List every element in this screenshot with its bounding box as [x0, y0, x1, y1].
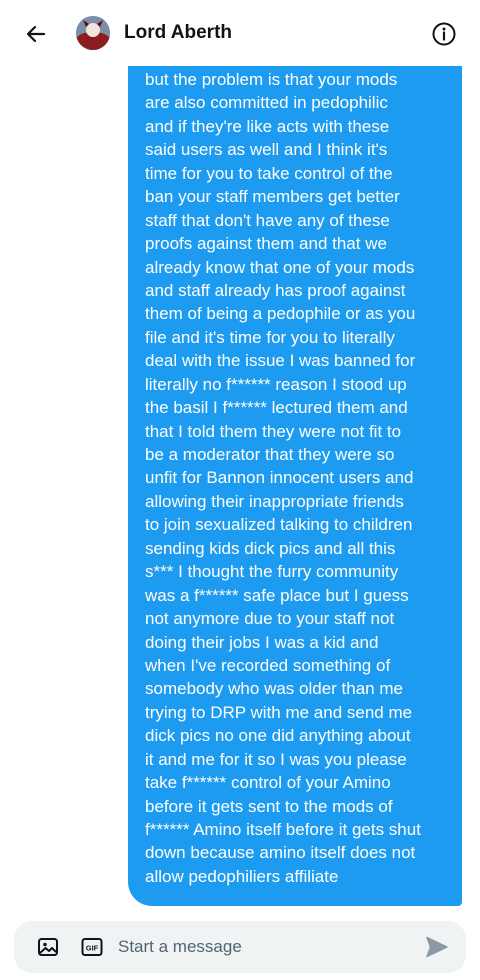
message-line: sending kids dick pics and all this	[145, 538, 396, 558]
message-line: them of being a pedophile or as you	[145, 304, 416, 324]
send-icon	[426, 936, 448, 958]
message-line: doing their jobs I was a kid and	[145, 632, 379, 652]
message-line: deal with the issue I was banned for	[145, 351, 416, 371]
message-line: f****** Amino itself before it gets shut	[145, 820, 421, 839]
message-line: it and me for it so I was you please	[145, 749, 407, 769]
sent-message-bubble[interactable]: but the problem is that your mods are als…	[128, 66, 462, 906]
send-button[interactable]	[424, 934, 450, 960]
message-line: down because amino itself does not	[145, 843, 416, 863]
conversation-header: Lord Aberth	[0, 0, 480, 66]
conversation-info-button[interactable]	[430, 20, 458, 48]
message-line: file and it's time for you to literally	[145, 327, 395, 347]
message-line: take f****** control of your Amino	[145, 773, 391, 793]
svg-text:GIF: GIF	[86, 944, 99, 953]
message-line: are also committed in pedophilic	[145, 93, 388, 113]
message-line: somebody who was older than me	[145, 679, 403, 699]
add-gif-button[interactable]: GIF	[80, 935, 104, 959]
message-text: but the problem is that your mods are als…	[145, 68, 448, 888]
message-line: unfit for Bannon innocent users and	[145, 468, 414, 488]
message-line: not anymore due to your staff not	[145, 609, 395, 629]
message-line: the basil I f****** lectured them and	[145, 398, 408, 418]
message-line: trying to DRP with me and send me	[145, 702, 413, 722]
message-thread[interactable]: but the problem is that your mods are als…	[0, 66, 480, 916]
contact-avatar[interactable]	[76, 16, 110, 50]
message-line: already know that one of your mods	[145, 257, 415, 277]
message-line: when I've recorded something of	[145, 655, 391, 675]
dm-conversation-screen: Lord Aberth but the problem is that your…	[0, 0, 480, 980]
message-input[interactable]	[118, 929, 408, 965]
message-line: and if they're like acts with these	[145, 116, 390, 136]
message-line: allowing their inappropriate friends	[145, 491, 404, 511]
image-icon	[38, 938, 58, 956]
message-line: said users as well and I think it's	[145, 140, 388, 160]
message-line: was a f****** safe place but I guess	[145, 585, 409, 605]
message-line: and staff already has proof against	[145, 280, 406, 300]
message-line: but the problem is that your mods	[145, 70, 398, 89]
message-line: literally no f****** reason I stood up	[145, 374, 407, 394]
add-media-button[interactable]	[36, 935, 60, 959]
message-line: dick pics no one did anything about	[145, 726, 411, 746]
back-button[interactable]	[18, 16, 54, 52]
message-line: s*** I thought the furry community	[145, 562, 399, 582]
message-line: before it gets sent to the mods of	[145, 796, 393, 816]
message-line: that I told them they were not fit to	[145, 421, 402, 441]
message-line: time for you to take control of the	[145, 163, 393, 183]
message-line: staff that don't have any of these	[145, 210, 390, 230]
contact-name[interactable]: Lord Aberth	[124, 22, 232, 44]
message-line: allow pedophiliers affiliate	[145, 866, 339, 886]
message-composer: GIF	[14, 921, 466, 973]
message-line: ban your staff members get better	[145, 187, 400, 207]
message-line: to join sexualized talking to children	[145, 515, 413, 535]
gif-icon: GIF	[81, 938, 103, 956]
info-circle-icon	[432, 22, 456, 46]
arrow-left-icon	[26, 25, 46, 43]
message-line: proofs against them and that we	[145, 234, 387, 254]
message-line: be a moderator that they were so	[145, 445, 395, 464]
